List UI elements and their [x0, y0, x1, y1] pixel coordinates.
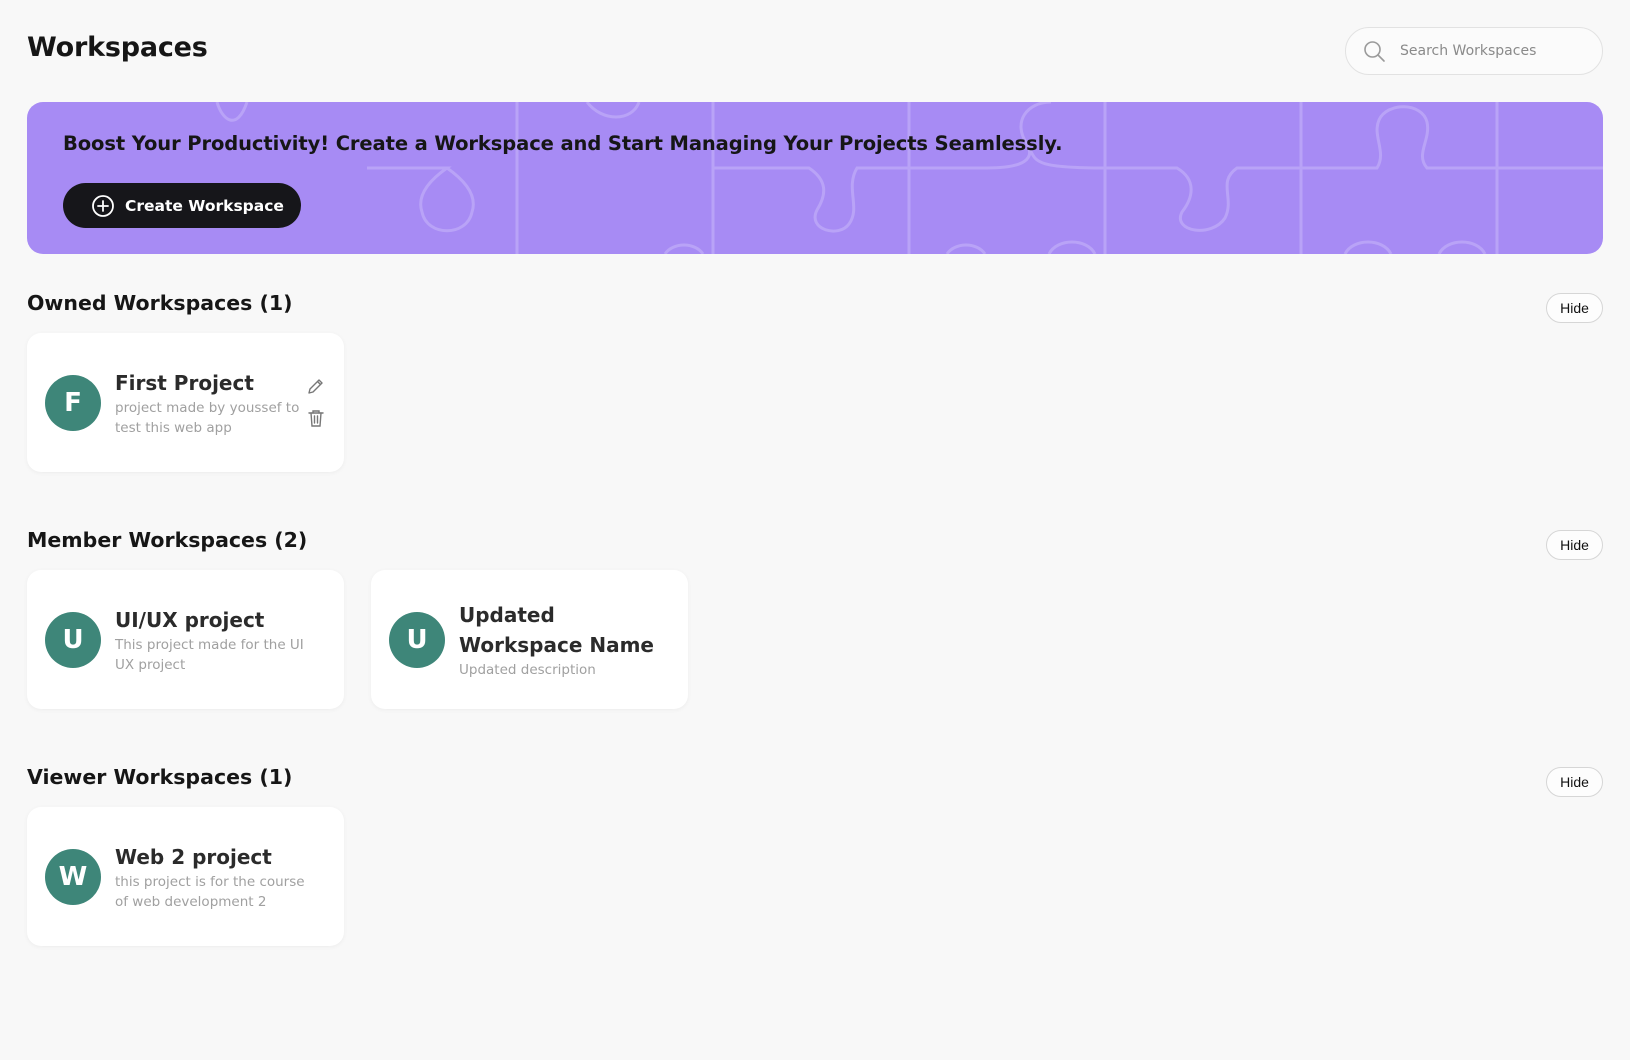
workspace-description: this project is for the course of web de… [115, 873, 305, 910]
hide-member-button[interactable]: Hide [1546, 530, 1603, 560]
avatar: U [389, 611, 445, 668]
workspace-description: Updated description [459, 661, 596, 678]
card-actions [306, 376, 326, 428]
viewer-workspaces-section: Viewer Workspaces (1) Hide W Web 2 proje… [27, 765, 1603, 946]
hide-owned-button[interactable]: Hide [1546, 293, 1603, 323]
avatar: W [45, 848, 101, 905]
search-icon [1364, 41, 1385, 62]
workspace-title: UI/UX project [115, 607, 265, 632]
search-input[interactable] [1400, 43, 1590, 59]
promo-banner: Boost Your Productivity! Create a Worksp… [27, 102, 1603, 254]
section-header: Owned Workspaces (1) Hide [27, 291, 1603, 331]
page-header: Workspaces [27, 0, 1603, 100]
workspace-title: First Project [115, 370, 254, 395]
owned-cards: F First Project project made by youssef … [27, 333, 1603, 472]
section-title: Viewer Workspaces (1) [27, 765, 293, 789]
card-body: Updated Workspace Name Updated descripti… [459, 600, 659, 680]
workspace-description: This project made for the UI UX project [115, 636, 304, 673]
banner-headline: Boost Your Productivity! Create a Worksp… [63, 132, 1063, 155]
member-cards: U UI/UX project This project made for th… [27, 570, 1603, 709]
section-title: Member Workspaces (2) [27, 528, 308, 552]
member-workspaces-section: Member Workspaces (2) Hide U UI/UX proje… [27, 528, 1603, 709]
workspaces-page: Workspaces Search Workspaces Boost Your … [0, 0, 1630, 1060]
trash-icon[interactable] [306, 408, 326, 428]
avatar: U [45, 611, 101, 668]
workspace-card[interactable]: F First Project project made by youssef … [27, 333, 344, 472]
search-box[interactable] [1345, 27, 1603, 75]
viewer-cards: W Web 2 project this project is for the … [27, 807, 1603, 946]
create-workspace-label: Create Workspace [125, 196, 284, 215]
owned-workspaces-section: Owned Workspaces (1) Hide F First Projec… [27, 291, 1603, 472]
workspace-card[interactable]: W Web 2 project this project is for the … [27, 807, 344, 946]
page-title: Workspaces [27, 32, 208, 63]
workspace-title: Web 2 project [115, 844, 272, 869]
workspace-card[interactable]: U Updated Workspace Name Updated descrip… [371, 570, 688, 709]
pencil-icon[interactable] [306, 376, 326, 396]
card-body: UI/UX project This project made for the … [115, 605, 315, 675]
puzzle-pattern [215, 102, 1603, 254]
hide-viewer-button[interactable]: Hide [1546, 767, 1603, 797]
card-body: Web 2 project this project is for the co… [115, 842, 315, 912]
card-body: First Project project made by youssef to… [115, 368, 305, 438]
workspace-title: Updated Workspace Name [459, 602, 654, 657]
workspace-description: project made by youssef to test this web… [115, 399, 300, 436]
avatar: F [45, 374, 101, 431]
workspace-card[interactable]: U UI/UX project This project made for th… [27, 570, 344, 709]
plus-circle-icon [92, 194, 114, 217]
section-header: Viewer Workspaces (1) Hide [27, 765, 1603, 805]
section-header: Member Workspaces (2) Hide [27, 528, 1603, 568]
create-workspace-button[interactable]: Create Workspace [63, 183, 301, 228]
section-title: Owned Workspaces (1) [27, 291, 293, 315]
